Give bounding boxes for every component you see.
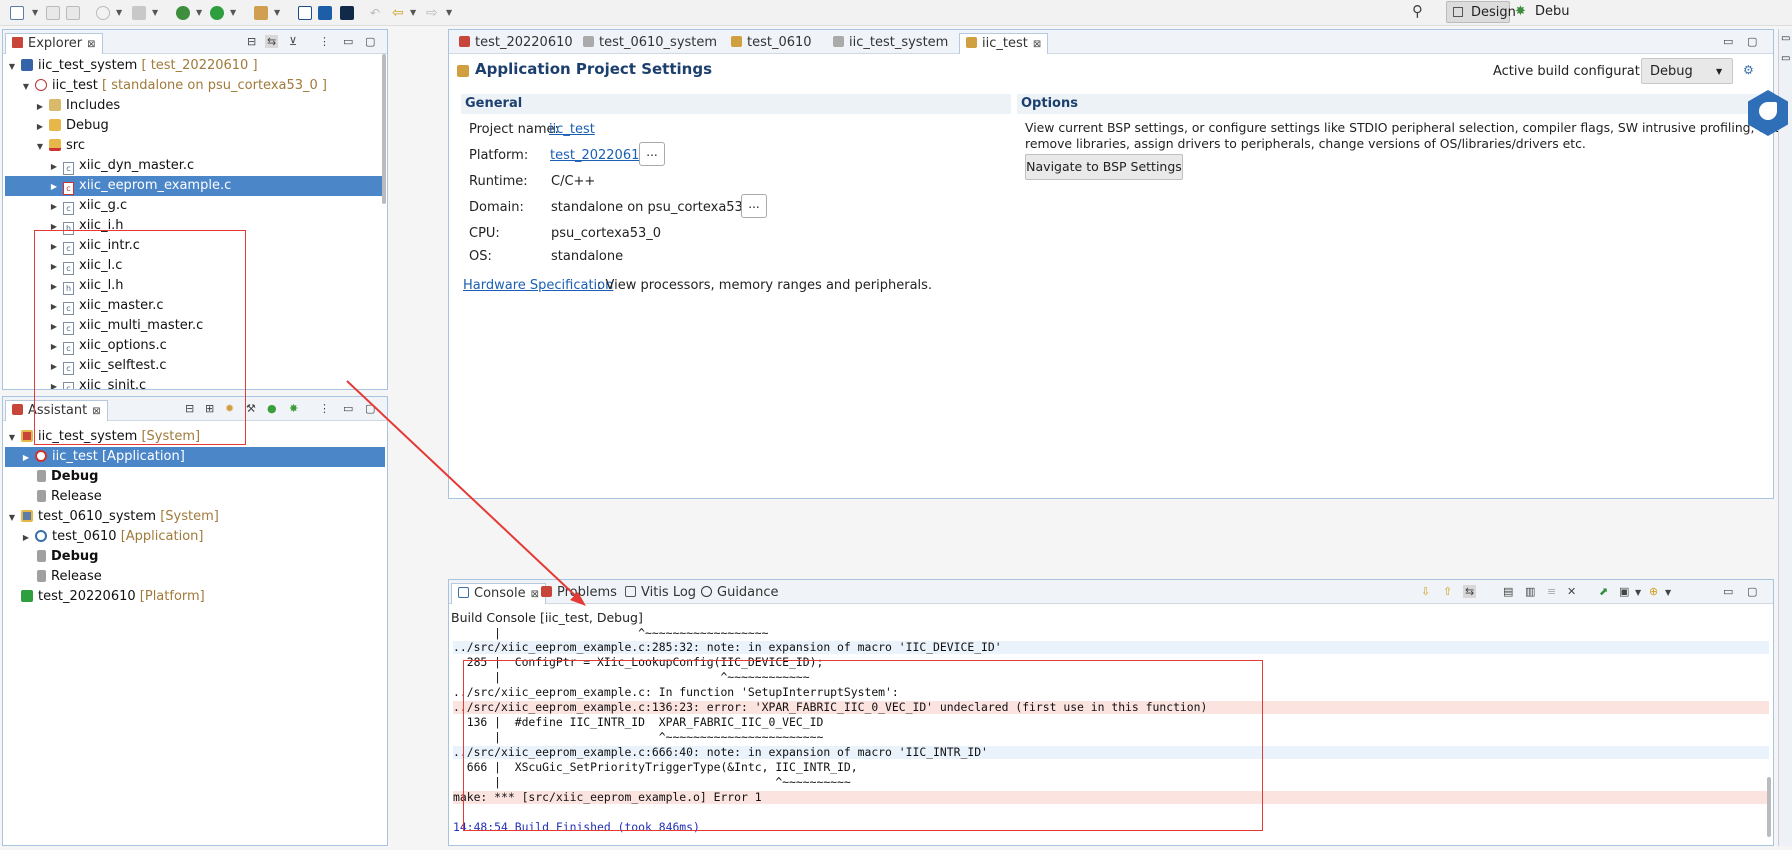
annotation-arrow (346, 380, 586, 606)
